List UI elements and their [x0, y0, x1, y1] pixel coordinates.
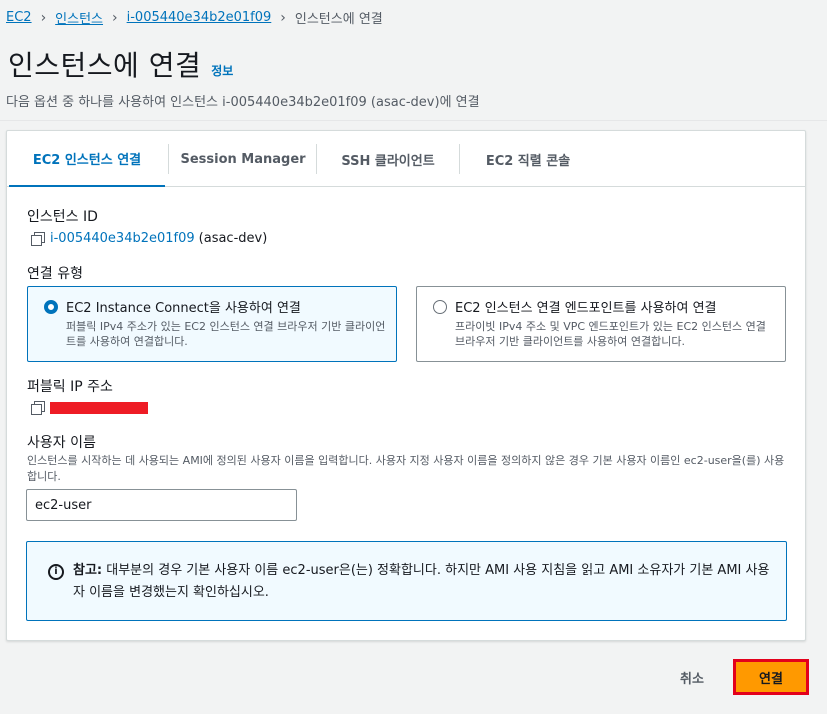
- redacted-ip: [50, 402, 148, 414]
- info-icon: i: [48, 564, 64, 580]
- radio-card-endpoint[interactable]: EC2 인스턴스 연결 엔드포인트를 사용하여 연결 프라이빗 IPv4 주소 …: [416, 286, 786, 362]
- tab-list: EC2 인스턴스 연결 Session Manager SSH 클라이언트 EC…: [7, 131, 805, 187]
- tab-ec2-instance-connect[interactable]: EC2 인스턴스 연결: [9, 131, 165, 187]
- breadcrumb-ec2[interactable]: EC2: [6, 10, 32, 25]
- radio-button-selected[interactable]: [44, 300, 58, 314]
- connection-type-label: 연결 유형: [27, 266, 83, 282]
- instance-id-link[interactable]: i-005440e34b2e01f09: [50, 231, 195, 246]
- alert-strong: 참고:: [73, 563, 103, 578]
- copy-icon[interactable]: [30, 401, 46, 415]
- alert-text: 참고: 대부분의 경우 기본 사용자 이름 ec2-user은(는) 정확합니다…: [73, 560, 773, 604]
- divider: [0, 120, 827, 121]
- breadcrumb-instances[interactable]: 인스턴스: [55, 8, 103, 27]
- radio-card-title: EC2 Instance Connect을 사용하여 연결: [66, 301, 301, 316]
- connect-button[interactable]: 연결: [733, 659, 809, 695]
- public-ip-value: [30, 401, 148, 415]
- username-label: 사용자 이름: [27, 435, 96, 451]
- info-link[interactable]: 정보: [211, 62, 233, 79]
- breadcrumb: EC2 › 인스턴스 › i-005440e34b2e01f09 › 인스턴스에…: [6, 8, 383, 28]
- instance-name: (asac-dev): [198, 231, 268, 246]
- chevron-right-icon: ›: [280, 9, 286, 26]
- breadcrumb-instance-id[interactable]: i-005440e34b2e01f09: [127, 10, 272, 25]
- username-input[interactable]: [26, 489, 297, 521]
- public-ip-label: 퍼블릭 IP 주소: [27, 379, 113, 395]
- radio-card-description: 프라이빗 IPv4 주소 및 VPC 엔드포인트가 있는 EC2 인스턴스 연결…: [455, 320, 766, 348]
- title-row: 인스턴스에 연결 정보: [8, 44, 233, 84]
- instance-id-label: 인스턴스 ID: [27, 209, 98, 225]
- page-subtitle: 다음 옵션 중 하나를 사용하여 인스턴스 i-005440e34b2e01f0…: [6, 95, 480, 110]
- tab-ssh-client[interactable]: SSH 클라이언트: [317, 131, 459, 187]
- username-helper-text: 인스턴스를 시작하는 데 사용되는 AMI에 정의된 사용자 이름을 입력합니다…: [27, 454, 785, 483]
- tab-ec2-serial-console[interactable]: EC2 직렬 콘솔: [460, 131, 596, 187]
- info-alert: i 참고: 대부분의 경우 기본 사용자 이름 ec2-user은(는) 정확합…: [26, 541, 787, 621]
- chevron-right-icon: ›: [112, 9, 118, 26]
- tab-session-manager[interactable]: Session Manager: [169, 131, 317, 187]
- radio-card-description: 퍼블릭 IPv4 주소가 있는 EC2 인스턴스 연결 브라우저 기반 클라이언…: [66, 320, 386, 348]
- chevron-right-icon: ›: [40, 9, 47, 26]
- radio-button[interactable]: [433, 300, 447, 314]
- connect-button-label: 연결: [736, 662, 806, 692]
- breadcrumb-current: 인스턴스에 연결: [294, 12, 383, 27]
- connect-instance-page: EC2 › 인스턴스 › i-005440e34b2e01f09 › 인스턴스에…: [0, 0, 827, 714]
- instance-id-value: i-005440e34b2e01f09 (asac-dev): [30, 231, 267, 246]
- copy-icon[interactable]: [30, 231, 46, 246]
- connect-panel: EC2 인스턴스 연결 Session Manager SSH 클라이언트 EC…: [6, 130, 806, 641]
- radio-card-instance-connect[interactable]: EC2 Instance Connect을 사용하여 연결 퍼블릭 IPv4 주…: [27, 286, 397, 362]
- radio-card-title: EC2 인스턴스 연결 엔드포인트를 사용하여 연결: [455, 301, 717, 316]
- alert-body: 대부분의 경우 기본 사용자 이름 ec2-user은(는) 정확합니다. 하지…: [73, 563, 770, 600]
- page-title: 인스턴스에 연결: [8, 49, 202, 82]
- cancel-button[interactable]: 취소: [662, 664, 722, 690]
